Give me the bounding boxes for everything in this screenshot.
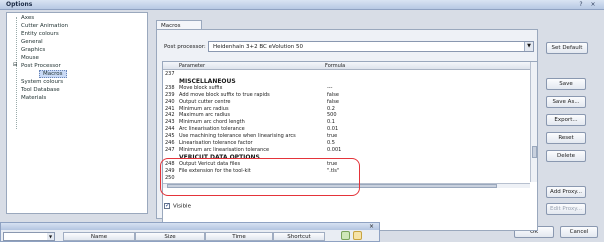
delete-button[interactable]: Delete [546,150,586,162]
help-button[interactable]: ? [576,1,586,9]
table-row[interactable]: 241 Minimum arc radius 0.2 [163,106,531,112]
edit-proxy-button[interactable]: Edit Proxy... [546,203,586,215]
folder-icon[interactable] [353,231,362,240]
scroll-thumb[interactable] [532,146,537,158]
parameter-name: Minimum arc radius [179,105,229,112]
table-row[interactable]: 246 Linearisation tolerance factor 0.5 [163,140,531,146]
table-row[interactable]: 238 Move block suffix --- [163,85,531,91]
folder-select[interactable]: ▼ [3,232,55,241]
parameter-name: Use machining tolerance when linearising… [179,133,296,140]
row-number: 238 [165,84,175,91]
row-number: 242 [165,112,175,119]
close-button[interactable]: × [588,1,598,9]
highlight-annotation [160,158,360,196]
tree-lines [16,17,17,129]
formula-value[interactable]: 0.1 [327,119,335,125]
formula-value[interactable]: false [327,92,339,98]
section-header-row[interactable]: MISCELLANEOUS [163,78,531,85]
add-proxy-button[interactable]: Add Proxy... [546,186,586,198]
parameter-name: Arc linearisation tolerance [179,126,245,133]
table-row[interactable]: 243 Minimum arc chord length 0.1 [163,119,531,125]
reset-button[interactable]: Reset [546,132,586,144]
row-number: 246 [165,140,175,146]
row-number: 244 [165,126,175,133]
row-number: 241 [165,105,175,112]
save-button[interactable]: Save [546,78,586,90]
checkbox-icon[interactable] [164,202,170,209]
file-list-window: × ▼ Name Size Time Shortcut [0,222,380,242]
tree-item-axes[interactable]: Axes [21,15,34,21]
export-button[interactable]: Export... [546,114,586,126]
set-default-button[interactable]: Set Default [546,42,588,54]
save-as-button[interactable]: Save As... [546,96,586,108]
row-number: 245 [165,133,175,140]
tree-item-tool-database[interactable]: Tool Database [21,87,60,93]
table-row[interactable]: 244 Arc linearisation tolerance 0.01 [163,126,531,132]
formula-value[interactable]: false [327,99,339,105]
table-row[interactable]: 239 Add move block suffix to true rapids f… [163,92,531,98]
parameter-table[interactable]: Parameter Formula 237 MISCELLANEOUS 238 Mov… [162,61,538,231]
formula-value[interactable]: 0.2 [327,106,335,112]
parameter-name: Maximum arc radius [179,112,231,119]
tree-item-general[interactable]: General [21,39,43,45]
column-header-size[interactable]: Size [135,232,205,241]
title-bar: Options ? × [0,0,604,10]
parameter-name: Minimum arc chord length [179,119,245,126]
tree-item-cutter-animation[interactable]: Cutter Animation [21,23,68,29]
parameter-name: Move block suffix [179,84,223,91]
table-row[interactable]: 242 Maximum arc radius 500 [163,112,531,118]
chevron-down-icon[interactable]: ▼ [47,233,54,240]
row-number: 239 [165,91,175,98]
post-processor-value: Heidenhain 3+2 BC eVolution 50 [213,44,304,50]
table-row[interactable]: 245 Use machining tolerance when linearis… [163,133,531,139]
parameter-name: Linearisation tolerance factor [179,140,253,146]
table-row[interactable]: 247 Minimum arc linearisation tolerance 0.… [163,147,531,153]
tree-item-post-processor[interactable]: Post Processor [21,63,61,69]
tree-expander-icon[interactable]: ⊟ [13,62,18,68]
tree-item-macros[interactable]: Macros [39,70,67,78]
visible-checkbox[interactable]: Visible [164,202,191,210]
column-header-time[interactable]: Time [205,232,273,241]
table-header: Parameter Formula [163,62,537,70]
parameter-name: Add move block suffix to true rapids [179,91,270,98]
formula-value[interactable]: 0.01 [327,126,338,132]
chevron-down-icon[interactable]: ▼ [524,42,533,51]
window-title: Options [6,1,33,8]
formula-value[interactable]: true [327,133,337,139]
post-processor-label: Post processor: [164,44,206,50]
tree-item-mouse[interactable]: Mouse [21,55,39,61]
column-header-name[interactable]: Name [63,232,135,241]
post-processor-select[interactable]: Heidenhain 3+2 BC eVolution 50 ▼ [208,41,534,52]
visible-label: Visible [173,203,191,210]
close-icon[interactable]: × [369,223,374,230]
formula-value[interactable]: 0.5 [327,140,335,146]
cancel-button[interactable]: Cancel [560,226,598,238]
row-number: 243 [165,119,175,126]
row-number: 240 [165,98,175,105]
tree-item-system-colours[interactable]: System colours [21,79,63,85]
parameter-name: Output cutter centre [179,98,231,105]
column-header-shortcut[interactable]: Shortcut [273,232,325,241]
formula-value[interactable]: 500 [327,112,337,118]
formula-value[interactable]: 0.001 [327,147,341,153]
tree-item-graphics[interactable]: Graphics [21,47,45,53]
file-list-titlebar [1,223,379,230]
options-tree[interactable]: Axes Cutter Animation Entity colours Gen… [6,12,148,214]
table-row[interactable]: 237 [163,71,531,77]
refresh-icon[interactable] [341,231,350,240]
row-number: 237 [165,71,175,77]
tree-item-entity-colours[interactable]: Entity colours [21,31,59,37]
column-header-parameter[interactable]: Parameter [179,63,205,69]
vertical-scrollbar[interactable] [530,62,537,182]
column-header-formula[interactable]: Formula [325,63,345,69]
tree-item-materials[interactable]: Materials [21,95,46,101]
table-row[interactable]: 240 Output cutter centre false [163,99,531,105]
parameter-name: Minimum arc linearisation tolerance [179,146,270,153]
formula-value[interactable]: --- [327,85,332,91]
row-number: 247 [165,146,175,153]
